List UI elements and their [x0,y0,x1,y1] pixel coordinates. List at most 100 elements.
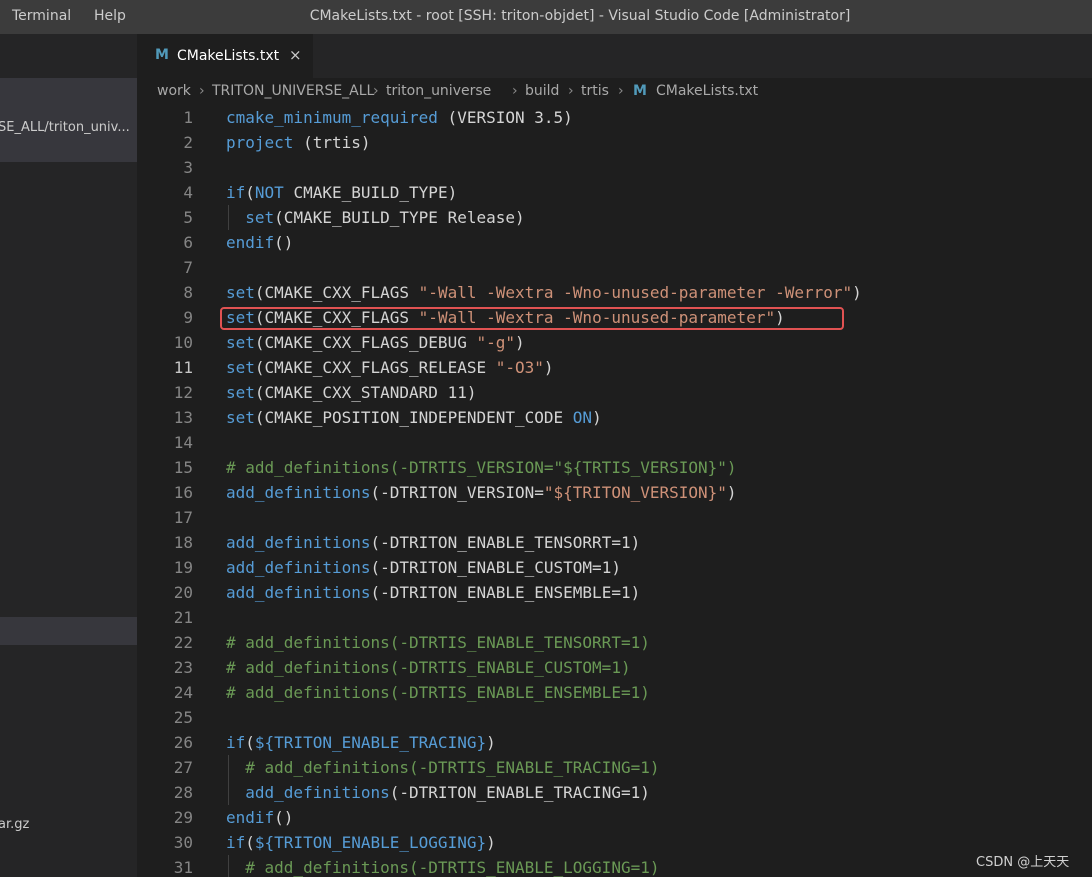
code-line[interactable]: 9 set(CMAKE_CXX_FLAGS "-Wall -Wextra -Wno… [137,305,1092,330]
code-token: (trtis) [293,133,371,152]
code-text: set(CMAKE_CXX_FLAGS "-Wall -Wextra -Wno-… [226,280,862,305]
explorer-selected-row[interactable] [0,617,137,645]
code-token: (CMAKE_CXX_FLAGS [254,308,419,327]
code-line[interactable]: 7 [137,255,1092,280]
code-line[interactable]: 1 cmake_minimum_required (VERSION 3.5) [137,105,1092,130]
code-line[interactable]: 27 # add_definitions(-DTRTIS_ENABLE_TRAC… [137,755,1092,780]
code-line[interactable]: 19 add_definitions(-DTRITON_ENABLE_CUSTOM… [137,555,1092,580]
code-line[interactable]: 6 endif() [137,230,1092,255]
code-token: endif [226,808,275,827]
code-token: add_definitions [226,558,371,577]
code-token: (CMAKE_CXX_FLAGS_DEBUG [254,333,477,352]
code-token: (CMAKE_CXX_FLAGS [254,283,419,302]
code-token: "-g" [476,333,515,352]
code-text: set(CMAKE_BUILD_TYPE Release) [226,205,524,230]
breadcrumb-item-trtis[interactable]: trtis [581,83,609,99]
code-text: endif() [226,805,293,830]
close-icon[interactable]: × [289,46,302,64]
line-number: 16 [173,483,193,502]
chevron-right-icon: › [199,83,205,99]
code-text: add_definitions(-DTRITON_ENABLE_CUSTOM=1… [226,555,621,580]
code-token: ) [515,333,525,352]
code-line[interactable]: 21 [137,605,1092,630]
code-line[interactable]: 4 if(NOT CMAKE_BUILD_TYPE) [137,180,1092,205]
code-line[interactable]: 11 set(CMAKE_CXX_FLAGS_RELEASE "-O3") [137,355,1092,380]
code-token: # add_definitions(-DTRTIS_VERSION="${TRT… [226,458,737,477]
code-line[interactable]: 13 set(CMAKE_POSITION_INDEPENDENT_CODE ON… [137,405,1092,430]
code-text: # add_definitions(-DTRTIS_ENABLE_CUSTOM=… [226,655,631,680]
code-text: add_definitions(-DTRITON_ENABLE_ENSEMBLE… [226,580,640,605]
line-number: 4 [183,183,193,202]
code-token: (-DTRITON_ENABLE_ENSEMBLE=1) [370,583,641,602]
code-text: add_definitions(-DTRITON_ENABLE_TENSORRT… [226,530,640,555]
code-line[interactable]: 8 set(CMAKE_CXX_FLAGS "-Wall -Wextra -Wno… [137,280,1092,305]
title-bar: Terminal Help CMakeLists.txt - root [SSH… [0,0,1092,34]
line-number: 30 [173,833,193,852]
breadcrumb-item-file[interactable]: CMakeLists.txt [656,83,758,99]
code-line[interactable]: 26 if(${TRITON_ENABLE_TRACING}) [137,730,1092,755]
code-line[interactable]: 5 set(CMAKE_BUILD_TYPE Release) [137,205,1092,230]
line-number: 18 [173,533,193,552]
code-token: (VERSION 3.5) [437,108,573,127]
code-token: (CMAKE_CXX_FLAGS_RELEASE [254,358,496,377]
code-text: set(CMAKE_CXX_FLAGS_DEBUG "-g") [226,330,525,355]
explorer-active-item[interactable]: SE_ALL/triton_univ... [0,78,137,162]
code-token: () [274,233,294,252]
code-line[interactable]: 31 # add_definitions(-DTRTIS_ENABLE_LOGG… [137,855,1092,877]
chevron-right-icon: › [512,83,518,99]
code-line[interactable]: 30 if(${TRITON_ENABLE_LOGGING}) [137,830,1092,855]
code-line[interactable]: 16 add_definitions(-DTRITON_VERSION="${TR… [137,480,1092,505]
code-token: # add_definitions(-DTRTIS_ENABLE_TRACING… [245,758,660,777]
code-line[interactable]: 25 [137,705,1092,730]
code-text: set(CMAKE_CXX_FLAGS_RELEASE "-O3") [226,355,554,380]
line-number: 7 [183,258,193,277]
code-token: (-DTRITON_ENABLE_TENSORRT=1) [370,533,641,552]
cmake-file-icon: M [155,47,169,63]
line-number: 26 [173,733,193,752]
line-number: 11 [173,358,193,377]
tab-cmakelists[interactable]: M CMakeLists.txt × [137,34,313,78]
code-line[interactable]: 15 # add_definitions(-DTRTIS_VERSION="${T… [137,455,1092,480]
code-text: cmake_minimum_required (VERSION 3.5) [226,105,573,130]
code-line[interactable]: 2 project (trtis) [137,130,1092,155]
code-token: # add_definitions(-DTRTIS_ENABLE_LOGGING… [245,858,660,877]
code-text: endif() [226,230,293,255]
breadcrumb-item-build[interactable]: build [525,83,559,99]
code-line[interactable]: 28 add_definitions(-DTRITON_ENABLE_TRACI… [137,780,1092,805]
code-token: # add_definitions(-DTRTIS_ENABLE_ENSEMBL… [226,683,650,702]
code-token: set [226,383,255,402]
line-number: 20 [173,583,193,602]
explorer-file-item[interactable]: ar.gz [0,817,29,832]
code-line[interactable]: 14 [137,430,1092,455]
code-token: # add_definitions(-DTRTIS_ENABLE_CUSTOM=… [226,658,631,677]
breadcrumb-item-work[interactable]: work [157,83,191,99]
breadcrumb-item-universe-all[interactable]: TRITON_UNIVERSE_ALL [212,83,374,99]
code-text: # add_definitions(-DTRTIS_VERSION="${TRT… [226,455,737,480]
code-line[interactable]: 22 # add_definitions(-DTRTIS_ENABLE_TENSO… [137,630,1092,655]
code-text: # add_definitions(-DTRTIS_ENABLE_TRACING… [226,755,659,780]
breadcrumb-item-triton-universe[interactable]: triton_universe [386,83,491,99]
line-number: 28 [173,783,193,802]
code-text: add_definitions(-DTRITON_VERSION="${TRIT… [226,480,737,505]
code-line[interactable]: 20 add_definitions(-DTRITON_ENABLE_ENSEMB… [137,580,1092,605]
code-line[interactable]: 18 add_definitions(-DTRITON_ENABLE_TENSOR… [137,530,1092,555]
code-line[interactable]: 17 [137,505,1092,530]
code-text: # add_definitions(-DTRTIS_ENABLE_LOGGING… [226,855,659,877]
code-line[interactable]: 24 # add_definitions(-DTRTIS_ENABLE_ENSEM… [137,680,1092,705]
code-line[interactable]: 29 endif() [137,805,1092,830]
code-line[interactable]: 3 [137,155,1092,180]
code-token: add_definitions [245,783,390,802]
code-line[interactable]: 12 set(CMAKE_CXX_STANDARD 11) [137,380,1092,405]
line-number: 29 [173,808,193,827]
code-line[interactable]: 23 # add_definitions(-DTRTIS_ENABLE_CUSTO… [137,655,1092,680]
code-token: set [226,358,255,377]
code-line[interactable]: 10 set(CMAKE_CXX_FLAGS_DEBUG "-g") [137,330,1092,355]
tab-label: CMakeLists.txt [177,48,280,64]
code-editor[interactable]: 1 cmake_minimum_required (VERSION 3.5) 2 pr… [137,105,1092,877]
code-token: set [226,333,255,352]
line-number: 21 [173,608,193,627]
line-number: 17 [173,508,193,527]
cmake-file-icon: M [633,83,647,99]
